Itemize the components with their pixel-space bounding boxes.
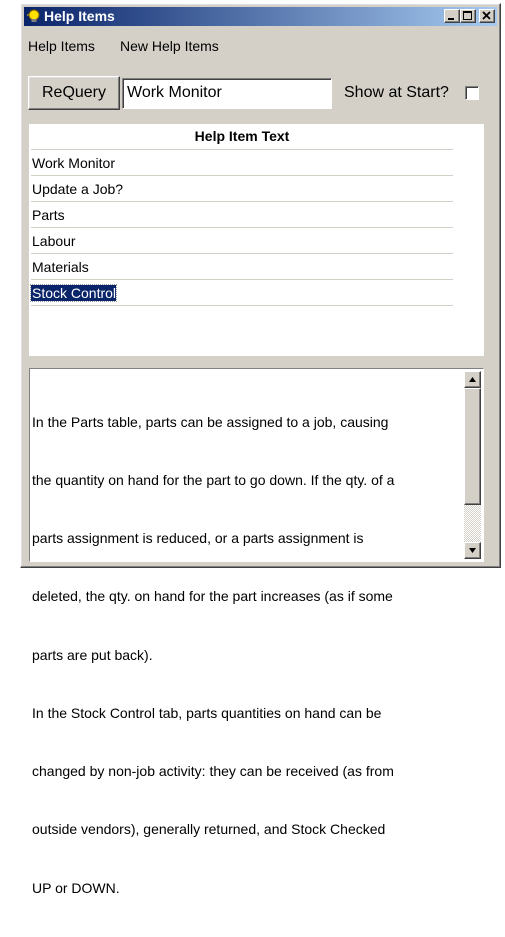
scroll-up-button[interactable]: [464, 371, 481, 388]
window-title: Help Items: [44, 8, 115, 24]
title-bar[interactable]: Help Items: [24, 7, 497, 26]
minimize-button[interactable]: [444, 9, 460, 23]
scroll-thumb[interactable]: [464, 388, 481, 505]
scroll-track[interactable]: [464, 388, 481, 542]
table-row[interactable]: Labour: [31, 228, 453, 254]
table-row[interactable]: Materials: [31, 254, 453, 280]
show-at-start-checkbox[interactable]: [465, 86, 479, 100]
table-row[interactable]: Update a Job?: [31, 176, 453, 202]
help-text-memo[interactable]: In the Parts table, parts can be assigne…: [29, 368, 484, 896]
maximize-button[interactable]: [460, 9, 476, 23]
table-row[interactable]: Parts: [31, 202, 453, 228]
requery-button[interactable]: ReQuery: [28, 76, 120, 110]
menu-help-items[interactable]: Help Items: [28, 38, 95, 54]
maximize-icon: [463, 11, 472, 20]
show-at-start-label: Show at Start?: [344, 84, 449, 101]
vertical-scrollbar[interactable]: [464, 371, 481, 559]
arrow-down-icon: [469, 548, 476, 553]
help-items-grid: Help Item Text Work Monitor Update a Job…: [29, 124, 484, 356]
table-row-selected[interactable]: Stock Control: [29, 280, 453, 306]
menu-new-help-items[interactable]: New Help Items: [120, 38, 219, 54]
help-items-window: Help Items Help Items New Help Items ReQ…: [20, 3, 501, 896]
arrow-up-icon: [469, 377, 476, 382]
table-row[interactable]: Work Monitor: [31, 150, 453, 176]
close-button[interactable]: [479, 9, 495, 23]
scroll-down-button[interactable]: [464, 542, 481, 559]
help-text-body: In the Parts table, parts can be assigne…: [32, 413, 395, 896]
close-icon: [482, 11, 491, 20]
search-input[interactable]: Work Monitor: [122, 78, 332, 109]
column-header-help-item-text[interactable]: Help Item Text: [31, 124, 453, 150]
minimize-icon: [448, 18, 454, 20]
lightbulb-icon: [27, 9, 40, 22]
